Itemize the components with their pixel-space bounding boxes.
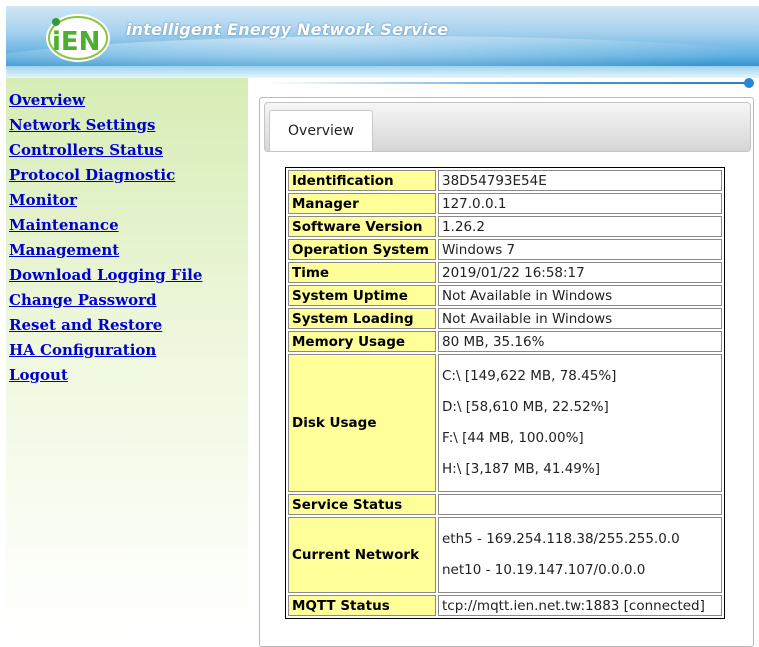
svg-text:iEN: iEN: [52, 27, 100, 57]
sidebar-item-reset-and-restore[interactable]: Reset and Restore: [9, 316, 162, 334]
sidebar: Overview Network Settings Controllers St…: [6, 78, 248, 647]
table-row: Operation System Windows 7: [288, 239, 722, 260]
table-row: System Loading Not Available in Windows: [288, 308, 722, 329]
banner-underline: [6, 66, 759, 78]
banner-swoosh: [6, 36, 759, 68]
os-value: Windows 7: [438, 239, 722, 260]
service-status-value: [438, 494, 722, 515]
row-label: Time: [288, 262, 436, 283]
row-label: Disk Usage: [288, 354, 436, 492]
table-row: Memory Usage 80 MB, 35.16%: [288, 331, 722, 352]
memory-value: 80 MB, 35.16%: [438, 331, 722, 352]
row-label: Current Network: [288, 517, 436, 593]
ien-logo: iEN: [46, 14, 110, 62]
sidebar-item-download-logging-file[interactable]: Download Logging File: [9, 266, 202, 284]
mqtt-status-value: tcp://mqtt.ien.net.tw:1883 [connected]: [438, 595, 722, 616]
table-row: Disk Usage C:\ [149,622 MB, 78.45%] D:\ …: [288, 354, 722, 492]
disk-usage-values: C:\ [149,622 MB, 78.45%] D:\ [58,610 MB,…: [438, 354, 722, 492]
tab-overview[interactable]: Overview: [269, 110, 373, 151]
row-label: Operation System: [288, 239, 436, 260]
uptime-value: Not Available in Windows: [438, 285, 722, 306]
sidebar-item-monitor[interactable]: Monitor: [9, 191, 77, 209]
disk-f-value: F:\ [44 MB, 100.00%]: [442, 430, 584, 446]
overview-table: Identification 38D54793E54E Manager 127.…: [285, 167, 725, 619]
table-row: Manager 127.0.0.1: [288, 193, 722, 214]
table-row: Time 2019/01/22 16:58:17: [288, 262, 722, 283]
network-net10-value: net10 - 10.19.147.107/0.0.0.0: [442, 562, 646, 578]
network-eth5-value: eth5 - 169.254.118.38/255.255.0.0: [442, 531, 680, 547]
row-label: MQTT Status: [288, 595, 436, 616]
table-row: Service Status: [288, 494, 722, 515]
row-label: Service Status: [288, 494, 436, 515]
table-row: MQTT Status tcp://mqtt.ien.net.tw:1883 […: [288, 595, 722, 616]
banner-title: intelligent Energy Network Service: [126, 20, 449, 39]
sidebar-item-protocol-diagnostic[interactable]: Protocol Diagnostic: [9, 166, 175, 184]
table-row: Software Version 1.26.2: [288, 216, 722, 237]
software-version-value: 1.26.2: [438, 216, 722, 237]
identification-value: 38D54793E54E: [438, 170, 722, 191]
sidebar-item-maintenance[interactable]: Maintenance: [9, 216, 119, 234]
sidebar-nav: Overview Network Settings Controllers St…: [6, 78, 248, 390]
divider-dot: [744, 78, 754, 88]
time-value: 2019/01/22 16:58:17: [438, 262, 722, 283]
disk-c-value: C:\ [149,622 MB, 78.45%]: [442, 368, 617, 384]
manager-value: 127.0.0.1: [438, 193, 722, 214]
sidebar-item-logout[interactable]: Logout: [9, 366, 68, 384]
row-label: System Loading: [288, 308, 436, 329]
header-banner: iEN intelligent Energy Network Service: [6, 6, 759, 68]
sidebar-item-ha-configuration[interactable]: HA Configuration: [9, 341, 156, 359]
sidebar-item-network-settings[interactable]: Network Settings: [9, 116, 155, 134]
row-label: Manager: [288, 193, 436, 214]
loading-value: Not Available in Windows: [438, 308, 722, 329]
row-label: Software Version: [288, 216, 436, 237]
table-row: Current Network eth5 - 169.254.118.38/25…: [288, 517, 722, 593]
content-panel: Overview Identification 38D54793E54E Man…: [259, 97, 754, 647]
row-label: Memory Usage: [288, 331, 436, 352]
header-divider-line: [268, 82, 752, 84]
sidebar-item-change-password[interactable]: Change Password: [9, 291, 157, 309]
sidebar-item-controllers-status[interactable]: Controllers Status: [9, 141, 163, 159]
sidebar-item-management[interactable]: Management: [9, 241, 119, 259]
sidebar-item-overview[interactable]: Overview: [9, 91, 85, 109]
tab-bar: Overview: [264, 102, 751, 152]
row-label: System Uptime: [288, 285, 436, 306]
row-label: Identification: [288, 170, 436, 191]
current-network-values: eth5 - 169.254.118.38/255.255.0.0 net10 …: [438, 517, 722, 593]
disk-d-value: D:\ [58,610 MB, 22.52%]: [442, 399, 609, 415]
table-row: System Uptime Not Available in Windows: [288, 285, 722, 306]
disk-h-value: H:\ [3,187 MB, 41.49%]: [442, 461, 600, 477]
table-row: Identification 38D54793E54E: [288, 170, 722, 191]
